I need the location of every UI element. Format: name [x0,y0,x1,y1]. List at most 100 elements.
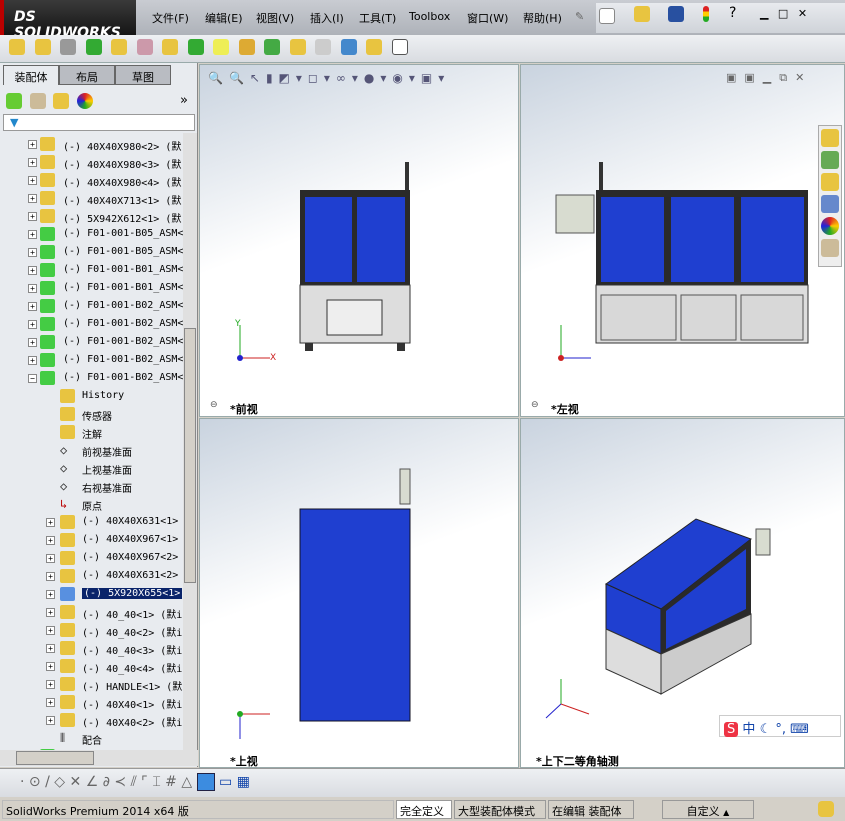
expand-toggle[interactable]: + [46,536,55,545]
design-library-icon[interactable] [821,151,839,169]
viewport-front[interactable]: 🔍🔍↖▮◩▾◻▾∞▾●▾◉▾▣▾ Y X ⊖ *前视 [199,64,519,417]
window-icon[interactable]: ▭ [219,774,232,790]
tree-vertical-scrollbar[interactable] [183,133,197,750]
menu-insert[interactable]: 插入(I) [310,10,344,26]
expand-toggle[interactable]: + [46,626,55,635]
filter-bar[interactable]: ▼ [3,114,195,131]
hscroll-thumb[interactable] [16,751,94,765]
minimize-button[interactable]: ▁ [760,7,768,20]
appearances-icon[interactable] [821,217,839,235]
expand-toggle[interactable]: + [28,302,37,311]
open-icon[interactable] [633,5,650,22]
expand-toggle[interactable]: + [28,212,37,221]
expand-toggle[interactable]: + [46,518,55,527]
reference-geometry-icon[interactable] [213,39,229,55]
clearance-icon[interactable] [366,39,382,55]
expand-panel-icon[interactable]: » [180,93,188,108]
rebuild-icon[interactable] [702,5,709,22]
expand-toggle[interactable]: + [46,716,55,725]
triangle-icon[interactable]: △ [181,774,192,790]
exploded-view-icon[interactable] [289,39,306,55]
expand-toggle[interactable]: + [28,284,37,293]
expand-toggle[interactable]: + [28,158,37,167]
offset-icon[interactable]: ⫽ [131,774,137,790]
new-document-icon[interactable] [599,8,615,24]
expand-toggle[interactable]: + [28,320,37,329]
expand-toggle[interactable]: + [46,662,55,671]
bill-of-materials-icon[interactable] [264,39,280,55]
ime-mode[interactable]: 中 [742,722,755,737]
menu-edit[interactable]: 编辑(E) [205,10,243,26]
custom-properties-icon[interactable] [821,239,839,257]
expand-toggle[interactable]: + [46,680,55,689]
heads-up-view-toolbar[interactable]: 🔍🔍↖▮◩▾◻▾∞▾●▾◉▾▣▾ [208,71,450,85]
file-explorer-icon[interactable] [821,173,839,191]
viewport-left[interactable]: ▣▣▁⧉✕ ⊖ *左视 [520,64,845,417]
interference-icon[interactable] [340,39,357,55]
expand-toggle[interactable]: − [28,374,37,383]
corner-icon[interactable]: ⌜ [141,774,148,790]
menu-toolbox[interactable]: Toolbox [409,10,450,23]
home-icon[interactable] [821,129,839,147]
show-hidden-icon[interactable] [162,39,178,55]
expand-toggle[interactable]: + [28,176,37,185]
close-button[interactable]: ✕ [798,7,807,20]
menu-window[interactable]: 窗口(W) [467,10,508,26]
maximize-button[interactable]: □ [778,7,788,20]
expand-toggle[interactable]: + [28,248,37,257]
filter-icon[interactable]: ▼ [10,116,18,129]
convert-icon[interactable]: ≺ [114,774,126,790]
expand-toggle[interactable]: + [46,644,55,653]
mate-icon[interactable] [60,39,76,55]
circle-icon[interactable]: ⊙ [29,774,41,790]
menu-help[interactable]: 帮助(H) [523,10,562,26]
ime-toolbar[interactable]: S 中 ☾ °, ⌨ [719,715,841,737]
scroll-thumb[interactable] [184,328,196,583]
assembly-features-icon[interactable] [187,39,204,55]
expand-toggle[interactable]: + [46,608,55,617]
tab-sketch[interactable]: 草图 [115,65,171,85]
smart-fasteners-icon[interactable] [111,39,127,55]
save-icon[interactable] [668,5,684,22]
tag-icon[interactable] [818,801,834,817]
configuration-manager-icon[interactable] [53,93,69,109]
expand-toggle[interactable]: + [46,590,55,599]
move-component-icon[interactable] [136,39,153,55]
menu-view[interactable]: 视图(V) [256,10,294,26]
expand-toggle[interactable]: + [46,572,55,581]
expand-toggle[interactable]: + [28,194,37,203]
help-icon[interactable]: ? [729,5,736,21]
viewport-top[interactable]: *上视 [199,418,519,768]
expand-toggle[interactable]: + [46,698,55,707]
expand-toggle[interactable]: + [46,554,55,563]
expand-toggle[interactable]: + [28,338,37,347]
linear-pattern-icon[interactable] [85,39,102,55]
point-icon[interactable]: · [20,774,24,790]
menu-file[interactable]: 文件(F) [152,10,189,26]
display-manager-icon[interactable] [76,93,93,109]
menu-tools[interactable]: 工具(T) [359,10,396,26]
new-motion-study-icon[interactable] [238,39,255,55]
snapshot-icon[interactable] [391,39,408,55]
expand-toggle[interactable]: + [28,266,37,275]
tree-horizontal-scrollbar[interactable] [0,750,198,766]
table-icon[interactable]: ▦ [237,774,250,790]
expand-toggle[interactable]: + [28,356,37,365]
new-part-icon[interactable] [34,39,51,55]
feature-manager-icon[interactable] [6,93,22,109]
dimension-icon[interactable]: ⌶ [152,774,160,790]
pin-icon[interactable]: ✎ [575,10,584,23]
angle-icon[interactable]: ∠ [86,774,99,790]
insert-component-icon[interactable] [9,39,25,55]
tab-layout[interactable]: 布局 [59,65,115,85]
grid-icon[interactable]: # [165,774,177,790]
units-arrow-icon[interactable]: ▲ [723,808,729,817]
viewport-isometric[interactable]: S 中 ☾ °, ⌨ *上下二等角轴测 [520,418,845,768]
expand-toggle[interactable]: + [28,140,37,149]
expand-toggle[interactable]: + [28,230,37,239]
line-icon[interactable]: / [45,774,50,790]
sogou-icon[interactable]: S [724,722,739,737]
link-icon[interactable]: ⊖ [210,400,218,410]
polygon-icon[interactable]: ◇ [54,774,65,790]
3d-view-icon[interactable] [196,773,215,791]
